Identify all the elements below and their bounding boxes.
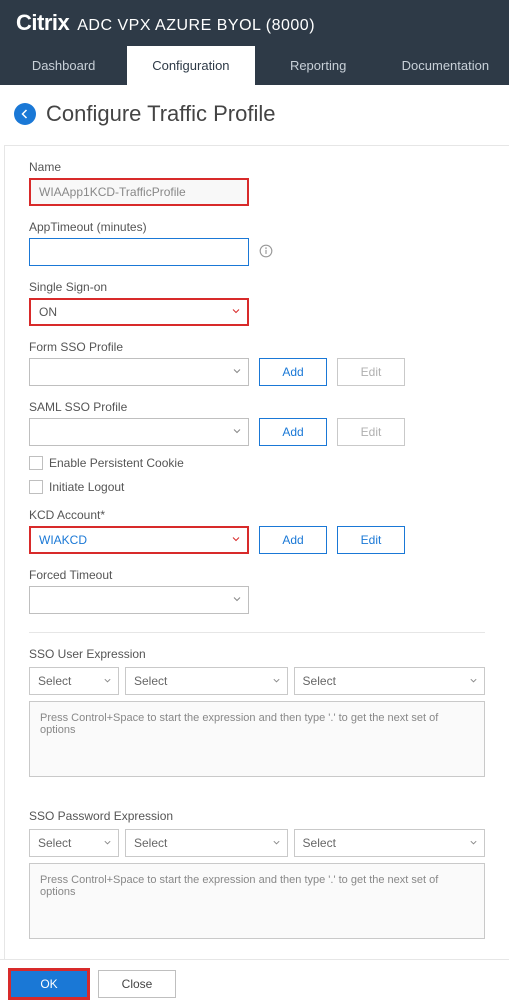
app-timeout-input[interactable] — [29, 238, 249, 266]
app-timeout-label: AppTimeout (minutes) — [29, 220, 485, 234]
sso-pass-select-3[interactable]: Select — [294, 829, 485, 857]
sso-user-section: SSO User Expression Select Select Select… — [29, 632, 485, 777]
name-input[interactable] — [29, 178, 249, 206]
chevron-down-icon — [231, 533, 241, 547]
persistent-cookie-row: Enable Persistent Cookie — [29, 456, 485, 470]
field-app-timeout: AppTimeout (minutes) — [29, 220, 485, 266]
sso-pass-label: SSO Password Expression — [29, 809, 485, 823]
tab-reporting[interactable]: Reporting — [255, 46, 382, 85]
page-title-row: Configure Traffic Profile — [0, 85, 509, 145]
saml-sso-select[interactable] — [29, 418, 249, 446]
sso-user-hint[interactable]: Press Control+Space to start the express… — [29, 701, 485, 777]
form-sso-label: Form SSO Profile — [29, 340, 485, 354]
sso-pass-section: SSO Password Expression Select Select Se… — [29, 795, 485, 939]
field-name: Name — [29, 160, 485, 206]
info-icon[interactable] — [259, 244, 273, 261]
chevron-down-icon — [469, 674, 478, 688]
initiate-logout-row: Initiate Logout — [29, 480, 485, 494]
form-sso-add-button[interactable]: Add — [259, 358, 327, 386]
persistent-cookie-checkbox[interactable] — [29, 456, 43, 470]
kcd-add-button[interactable]: Add — [259, 526, 327, 554]
field-form-sso: Form SSO Profile Add Edit — [29, 340, 485, 386]
brand-name: Citrix — [16, 10, 69, 36]
field-saml-sso: SAML SSO Profile Add Edit — [29, 400, 485, 446]
chevron-down-icon — [272, 836, 281, 850]
field-sso: Single Sign-on ON — [29, 280, 485, 326]
chevron-down-icon — [232, 593, 242, 607]
forced-timeout-label: Forced Timeout — [29, 568, 485, 582]
arrow-left-icon — [19, 108, 31, 120]
form-content: Name AppTimeout (minutes) Single Sign-on… — [4, 145, 509, 959]
kcd-select[interactable]: WIAKCD — [29, 526, 249, 554]
back-button[interactable] — [14, 103, 36, 125]
app-header: Citrix ADC VPX AZURE BYOL (8000) — [0, 0, 509, 46]
form-sso-edit-button: Edit — [337, 358, 405, 386]
tab-documentation[interactable]: Documentation — [382, 46, 509, 85]
chevron-down-icon — [103, 674, 112, 688]
saml-sso-add-button[interactable]: Add — [259, 418, 327, 446]
sso-select[interactable]: ON — [29, 298, 249, 326]
sso-label: Single Sign-on — [29, 280, 485, 294]
field-forced-timeout: Forced Timeout — [29, 568, 485, 614]
sso-pass-hint[interactable]: Press Control+Space to start the express… — [29, 863, 485, 939]
persistent-cookie-label: Enable Persistent Cookie — [49, 456, 184, 470]
footer: OK Close — [0, 959, 509, 1008]
kcd-edit-button[interactable]: Edit — [337, 526, 405, 554]
tab-configuration[interactable]: Configuration — [127, 46, 254, 85]
page-title: Configure Traffic Profile — [46, 101, 275, 127]
chevron-down-icon — [469, 836, 478, 850]
ok-button[interactable]: OK — [10, 970, 88, 998]
kcd-label: KCD Account* — [29, 508, 485, 522]
kcd-value: WIAKCD — [39, 533, 87, 547]
chevron-down-icon — [103, 836, 112, 850]
form-sso-select[interactable] — [29, 358, 249, 386]
main-tabs: Dashboard Configuration Reporting Docume… — [0, 46, 509, 85]
product-name: ADC VPX AZURE BYOL (8000) — [77, 17, 315, 35]
sso-user-select-3[interactable]: Select — [294, 667, 485, 695]
initiate-logout-label: Initiate Logout — [49, 480, 124, 494]
saml-sso-label: SAML SSO Profile — [29, 400, 485, 414]
chevron-down-icon — [232, 365, 242, 379]
chevron-down-icon — [231, 305, 241, 319]
name-label: Name — [29, 160, 485, 174]
initiate-logout-checkbox[interactable] — [29, 480, 43, 494]
sso-value: ON — [39, 305, 57, 319]
saml-sso-edit-button: Edit — [337, 418, 405, 446]
sso-user-label: SSO User Expression — [29, 647, 485, 661]
close-button[interactable]: Close — [98, 970, 176, 998]
chevron-down-icon — [272, 674, 281, 688]
tab-dashboard[interactable]: Dashboard — [0, 46, 127, 85]
sso-pass-select-2[interactable]: Select — [125, 829, 288, 857]
field-kcd: KCD Account* WIAKCD Add Edit — [29, 508, 485, 554]
sso-user-select-2[interactable]: Select — [125, 667, 288, 695]
sso-pass-select-1[interactable]: Select — [29, 829, 119, 857]
chevron-down-icon — [232, 425, 242, 439]
sso-user-select-1[interactable]: Select — [29, 667, 119, 695]
forced-timeout-select[interactable] — [29, 586, 249, 614]
